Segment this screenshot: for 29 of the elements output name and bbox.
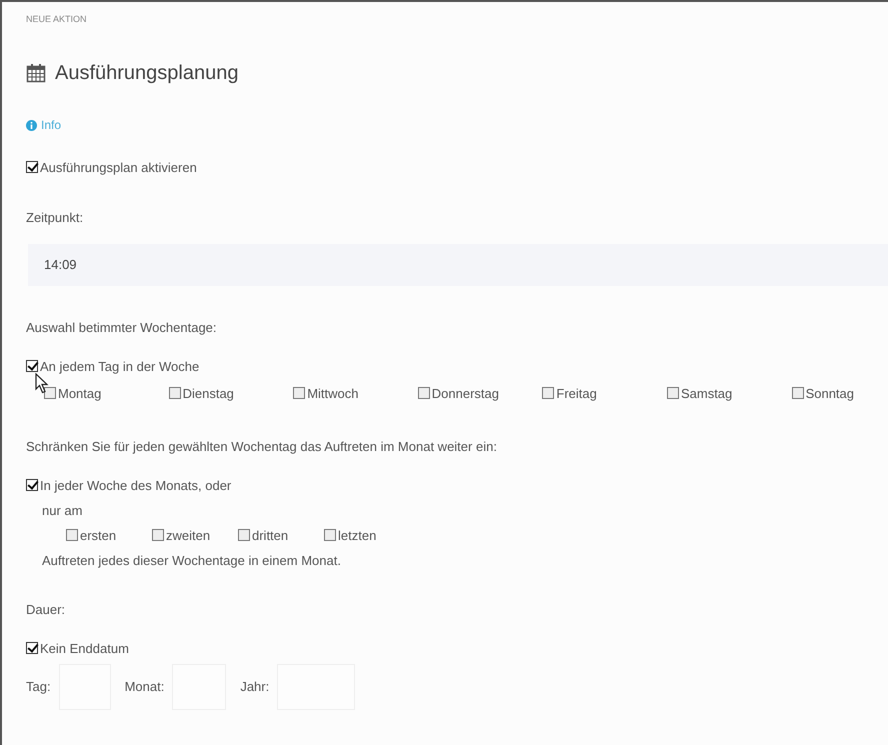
- calendar-icon: [26, 63, 46, 83]
- weekdays-label: Auswahl betimmter Wochentage:: [26, 320, 218, 334]
- mouse-cursor-icon: [35, 373, 49, 394]
- date-label: Monat:: [124, 679, 164, 694]
- weekday-checkbox[interactable]: Donnerstag: [418, 386, 542, 400]
- weekday-checkbox[interactable]: Sonntag: [792, 386, 888, 400]
- weekday-checkbox[interactable]: Freitag: [542, 386, 667, 400]
- time-label: Zeitpunkt:: [26, 210, 84, 224]
- weekday-checkbox[interactable]: Dienstag: [168, 386, 294, 400]
- page-title: Ausführungsplanung: [55, 62, 238, 84]
- occurrence-suffix: Auftreten jedes dieser Wochentage in einem Monat.: [42, 552, 342, 568]
- every-day-checkbox[interactable]: An jedem Tag in der Woche: [26, 358, 888, 374]
- info-icon: [26, 120, 37, 130]
- time-field[interactable]: 14:09: [28, 244, 888, 286]
- ordinal-checkbox[interactable]: letzten: [324, 528, 410, 542]
- ordinal-checkbox[interactable]: ersten: [66, 528, 152, 542]
- weekday-checkbox[interactable]: Samstag: [666, 386, 792, 400]
- ordinal-checkbox[interactable]: zweiten: [152, 528, 238, 542]
- ordinal-checkbox[interactable]: dritten: [238, 528, 324, 542]
- weekday-checkbox[interactable]: Mittwoch: [293, 386, 418, 400]
- date-label: Jahr:: [240, 679, 270, 694]
- no-end-date-checkbox[interactable]: Kein Enddatum: [26, 640, 888, 656]
- date-label: Tag:: [26, 679, 51, 694]
- occurrence-label: Schränken Sie für jeden gewählten Wochentag das Auftreten im Monat weiter ein:: [26, 438, 498, 454]
- every-week-checkbox[interactable]: In jeder Woche des Monats, oder: [26, 478, 888, 492]
- duration-label: Dauer:: [26, 602, 66, 616]
- activate-checkbox[interactable]: Ausführungsplan aktivieren: [26, 160, 888, 174]
- section-label: NEUE AKTION: [26, 14, 88, 26]
- only-label: nur am: [42, 502, 84, 518]
